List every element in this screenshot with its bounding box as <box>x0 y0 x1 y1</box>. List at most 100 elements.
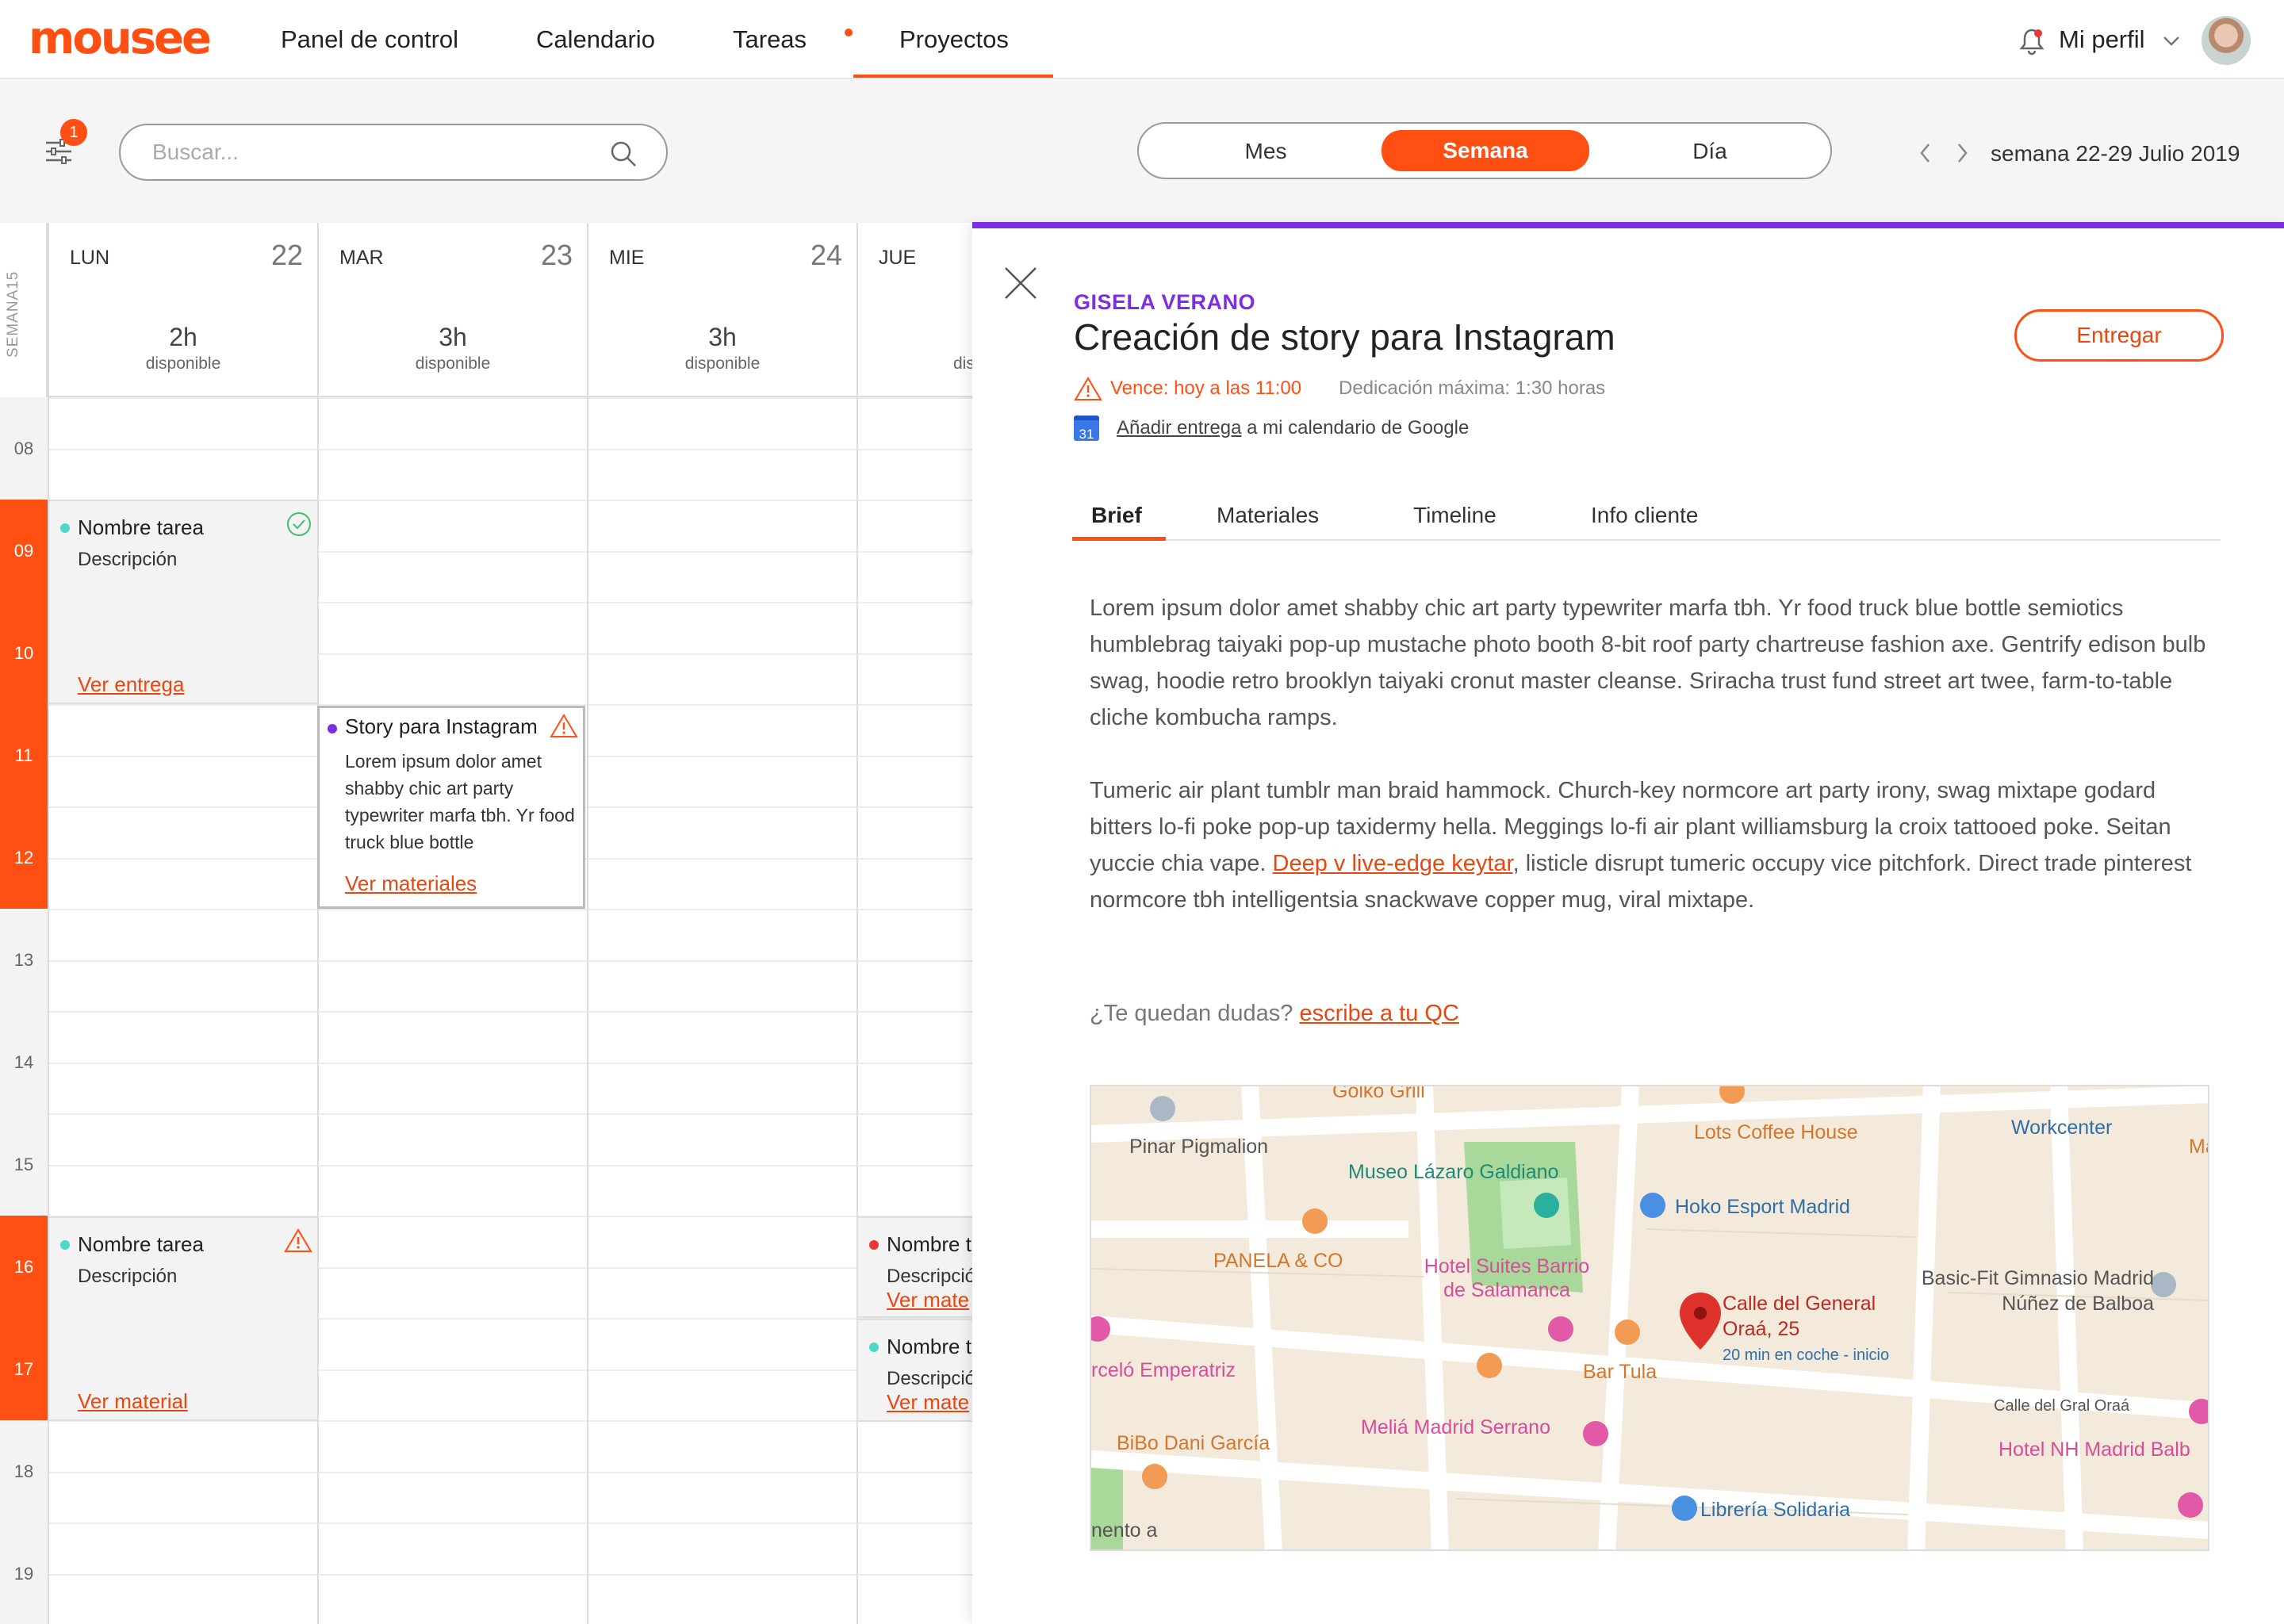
hour-label-13: 13 <box>0 909 48 1011</box>
grid-line <box>49 704 317 706</box>
day-name: MAR <box>339 247 384 269</box>
search-input[interactable] <box>152 136 596 168</box>
week-calendar: SEMANA15 LUN 22 2h disponible MAR 23 3h … <box>0 223 1126 1624</box>
tab-info-cliente[interactable]: Info cliente <box>1591 503 1698 528</box>
map-label: nento a <box>1091 1519 1158 1542</box>
view-month-button[interactable]: Mes <box>1171 132 1361 171</box>
grid-line <box>588 1573 856 1576</box>
nav-calendario[interactable]: Calendario <box>536 25 655 54</box>
tab-materiales[interactable]: Materiales <box>1217 503 1319 528</box>
chevron-down-icon[interactable] <box>2162 35 2181 48</box>
contact-qc-link[interactable]: escribe a tu QC <box>1299 1001 1458 1026</box>
grid-line <box>588 1062 856 1064</box>
map-drive-time: 20 min en coche - inicio <box>1723 1346 1890 1364</box>
grid-line <box>588 1318 856 1320</box>
hour-label-17: 17 <box>0 1318 48 1420</box>
map-label: Hoko Esport Madrid <box>1675 1196 1850 1218</box>
grid-line <box>319 1420 587 1422</box>
hour-text: 18 <box>13 1461 34 1481</box>
active-tab-indicator <box>1072 537 1166 541</box>
grid-line <box>588 857 856 860</box>
deliver-button[interactable]: Entregar <box>2014 309 2224 362</box>
grid-line <box>588 1471 856 1473</box>
mousee-logo[interactable]: mousee <box>29 13 212 64</box>
location-map[interactable]: Pinar Pigmalion Golko Grill Lots Coffee … <box>1090 1085 2209 1551</box>
close-icon[interactable] <box>1002 265 1039 301</box>
hour-label-08: 08 <box>0 397 48 500</box>
task-card[interactable]: Nombre tarea Descripción Ver entrega <box>49 500 317 704</box>
avatar[interactable] <box>2202 16 2251 65</box>
hour-label-14: 14 <box>0 1011 48 1113</box>
chevron-left-icon[interactable] <box>1918 141 1933 165</box>
status-dot <box>60 523 70 533</box>
grid-line <box>588 500 856 501</box>
warning-icon <box>284 1228 312 1252</box>
grid-line <box>588 1420 856 1422</box>
tab-brief[interactable]: Brief <box>1091 503 1142 528</box>
task-description: Descripción <box>78 1266 178 1287</box>
map-label: Basic-Fit Gimnasio Madrid Núñez de Balbo… <box>1921 1267 2154 1315</box>
map-address-label: Calle del General Oraá, 25 <box>1723 1293 1876 1340</box>
bell-icon[interactable] <box>2019 27 2044 56</box>
grid-line <box>588 909 856 910</box>
grid-line <box>49 806 317 808</box>
grid-line <box>588 653 856 655</box>
brief-paragraph-1: Lorem ipsum dolor amet shabby chic art p… <box>1090 596 2206 730</box>
available-label: disponible <box>684 354 761 373</box>
grid-line <box>588 959 856 962</box>
task-card[interactable]: Nombre t Descripció Ver mate <box>858 1319 975 1422</box>
task-card-selected[interactable]: Story para Instagram Lorem ipsum dolor a… <box>317 706 585 909</box>
view-material-link[interactable]: Ver material <box>78 1389 188 1414</box>
check-circle-icon <box>287 512 311 536</box>
task-description: Descripció <box>887 1266 975 1287</box>
available-hours: 3h <box>439 323 467 351</box>
map-label: Golko Grill <box>1332 1085 1425 1102</box>
week-number-label: SEMANA15 <box>5 270 21 358</box>
view-day-button[interactable]: Día <box>1615 132 1805 171</box>
hour-label-10: 10 <box>0 602 48 704</box>
search-icon[interactable] <box>609 140 638 168</box>
day-column-mar[interactable]: MAR 23 3h disponible <box>317 223 587 1624</box>
hour-text: 09 <box>13 541 34 561</box>
deep-v-link[interactable]: Deep v live-edge keytar <box>1273 851 1513 876</box>
grid-line <box>319 1318 587 1320</box>
nav-panel-de-control[interactable]: Panel de control <box>281 25 458 54</box>
view-material-link[interactable]: Ver mate <box>887 1288 969 1312</box>
grid-line <box>49 397 317 399</box>
warning-icon <box>1074 377 1102 400</box>
task-title: Nombre tarea <box>78 515 204 539</box>
tab-timeline[interactable]: Timeline <box>1413 503 1496 528</box>
due-date: Vence: hoy a las 11:00 <box>1110 377 1302 399</box>
view-delivery-link[interactable]: Ver entrega <box>78 672 184 697</box>
profile-menu-label[interactable]: Mi perfil <box>2059 25 2145 54</box>
map-label: Meliá Madrid Serrano <box>1361 1416 1550 1438</box>
nav-tareas[interactable]: Tareas <box>733 25 807 54</box>
chevron-right-icon[interactable] <box>1954 141 1970 165</box>
warning-icon <box>550 714 578 737</box>
task-detail-panel: GISELA VERANO Creación de story para Ins… <box>972 222 2284 1624</box>
grid-line <box>49 755 317 757</box>
day-column-mie[interactable]: MIE 24 3h disponible <box>587 223 856 1624</box>
add-delivery-link[interactable]: Añadir entrega <box>1117 417 1241 439</box>
hour-label-09: 09 <box>0 500 48 602</box>
active-nav-indicator <box>853 75 1053 78</box>
grid-line <box>319 1369 587 1371</box>
day-name: LUN <box>70 247 110 269</box>
day-header: MAR 23 3h disponible <box>319 223 587 397</box>
grid-line <box>588 1011 856 1013</box>
view-material-link[interactable]: Ver mate <box>887 1390 969 1415</box>
grid-line <box>319 1113 587 1115</box>
hour-text: 15 <box>13 1155 34 1174</box>
task-description: Descripció <box>887 1368 975 1389</box>
view-materials-link[interactable]: Ver materiales <box>345 871 477 896</box>
map-label: Librería Solidaria <box>1700 1499 1850 1521</box>
status-dot <box>328 724 337 733</box>
nav-proyectos[interactable]: Proyectos <box>899 25 1009 54</box>
task-card[interactable]: Nombre t Descripció Ver mate <box>858 1216 975 1318</box>
task-title: Nombre t <box>887 1335 971 1358</box>
task-card[interactable]: Nombre tarea Descripción Ver material <box>49 1216 317 1421</box>
map-label: Hotel Suites Barrio de Salamanca <box>1424 1255 1590 1301</box>
task-description: Descripción <box>78 549 178 570</box>
view-week-button[interactable]: Semana <box>1382 130 1589 171</box>
map-label: Ma <box>2189 1136 2208 1158</box>
